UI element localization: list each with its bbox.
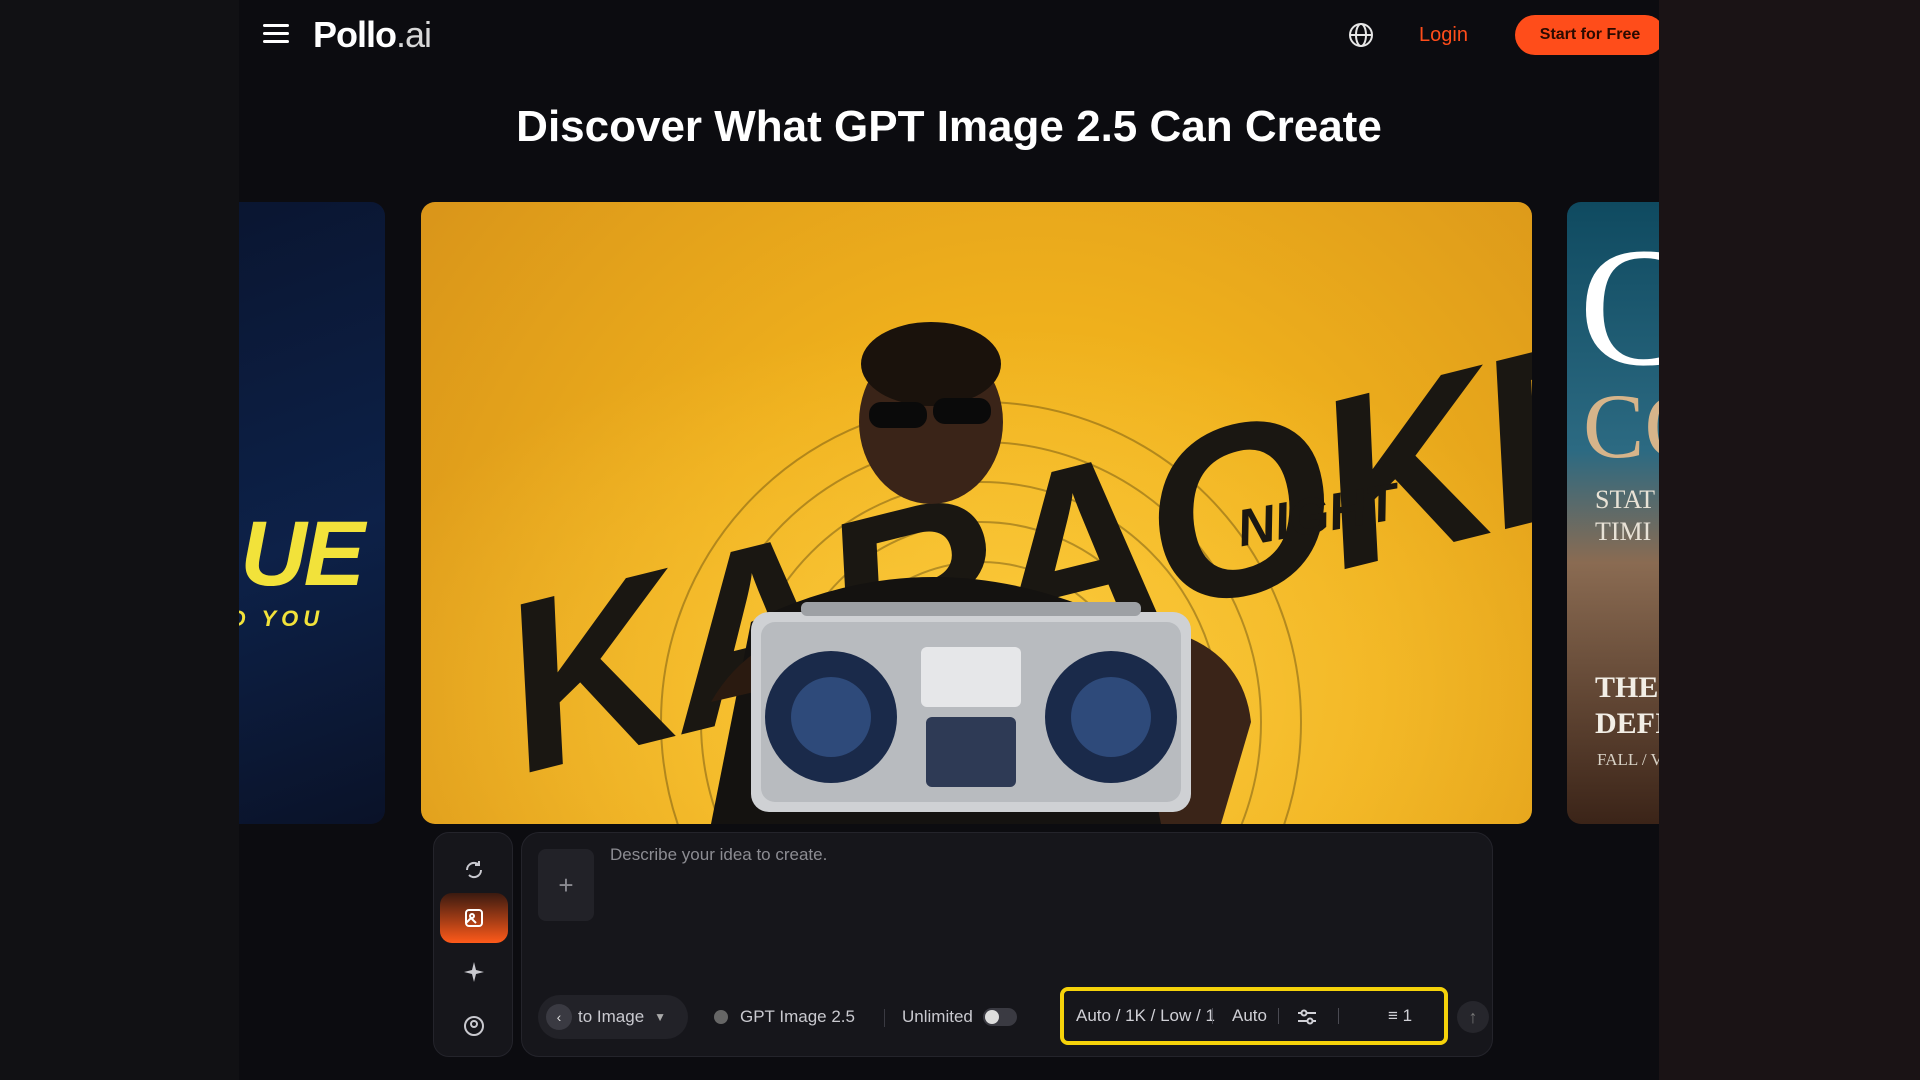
card-right-line-2a: THE I: [1595, 671, 1659, 704]
settings-divider: [1278, 1008, 1279, 1024]
image-count-label: 1: [1402, 1006, 1413, 1025]
card-right-line-2b: DEFI: [1595, 707, 1659, 740]
card-left-subtitle: ND YOU: [239, 606, 325, 631]
stack-icon: ≡: [1388, 1006, 1398, 1025]
card-right-line-1: STAT TIMI: [1595, 484, 1655, 548]
boombox: [751, 602, 1191, 812]
settings-divider: [1338, 1008, 1339, 1024]
chevron-down-icon: ▼: [654, 1010, 667, 1024]
karaoke-poster-art: KARAOKE NIGHT: [421, 202, 1532, 824]
mode-select[interactable]: ‹ to Image ▼: [538, 995, 688, 1039]
card-right-big-text: CO: [1583, 375, 1659, 477]
chevron-left-icon[interactable]: ‹: [546, 1004, 572, 1030]
carousel-card-main[interactable]: KARAOKE NIGHT: [421, 202, 1532, 824]
rail-avatar-icon[interactable]: [440, 1001, 508, 1051]
add-reference-button[interactable]: +: [538, 849, 594, 921]
logo-suffix: .ai: [396, 14, 432, 55]
page-title: Discover What GPT Image 2.5 Can Create: [516, 102, 1382, 151]
rail-sparkle-icon[interactable]: [440, 947, 508, 997]
start-for-free-button[interactable]: Start for Free: [1515, 15, 1659, 55]
rail-refresh-icon[interactable]: [440, 845, 508, 895]
unlimited-toggle[interactable]: Unlimited: [902, 995, 1017, 1039]
aspect-ratio-select[interactable]: Auto: [1232, 991, 1267, 1041]
letterbox-left: [0, 0, 239, 1080]
send-arrow-icon[interactable]: ↑: [1457, 1001, 1489, 1033]
toolbar-divider: [884, 1009, 885, 1027]
model-icon: [714, 1010, 728, 1024]
carousel-card-right[interactable]: C CO STAT TIMI THE IDEFI FALL / V: [1567, 202, 1659, 824]
image-count-select[interactable]: ≡ 1: [1388, 991, 1412, 1041]
app-viewport: Pollo.ai Login Start for Free Discover W…: [239, 0, 1659, 1080]
letterbox-right: [1659, 0, 1920, 1080]
model-label: GPT Image 2.5: [740, 1007, 855, 1026]
mode-label: to Image: [578, 1007, 645, 1026]
prompt-input[interactable]: [610, 845, 1470, 955]
card-right-line-1b: TIMI: [1595, 517, 1652, 546]
adjust-sliders-icon[interactable]: [1296, 991, 1318, 1041]
hamburger-menu-icon[interactable]: [263, 24, 289, 46]
carousel-card-left[interactable]: LUE ND YOU: [239, 202, 385, 824]
login-link[interactable]: Login: [1419, 24, 1468, 47]
logo-main: Pollo: [313, 14, 397, 55]
card-right-line-3: FALL / V: [1597, 750, 1659, 769]
unlimited-switch[interactable]: [982, 1008, 1017, 1026]
quality-settings-select[interactable]: Auto / 1K / Low / 1: [1076, 991, 1215, 1041]
model-select[interactable]: GPT Image 2.5: [714, 995, 855, 1039]
card-right-big-letter: C: [1579, 213, 1659, 401]
generation-settings-group: Auto / 1K / Low / 1 Auto ≡ 1: [1060, 987, 1448, 1045]
logo[interactable]: Pollo.ai: [313, 14, 432, 56]
card-left-title: LUE: [239, 503, 365, 605]
card-right-line-1a: STAT: [1595, 485, 1656, 514]
card-right-line-2: THE IDEFI: [1595, 670, 1659, 742]
composer-toolbar: ‹ to Image ▼ GPT Image 2.5 Unlimited Aut…: [522, 987, 1494, 1045]
unlimited-label: Unlimited: [902, 1007, 973, 1026]
tool-rail: [433, 832, 513, 1057]
rail-image-icon[interactable]: [440, 893, 508, 943]
prompt-composer: + ‹ to Image ▼ GPT Image 2.5 Unlimited A…: [521, 832, 1493, 1057]
globe-icon[interactable]: [1348, 22, 1374, 48]
settings-divider: [1212, 1008, 1213, 1024]
top-header: Pollo.ai Login Start for Free: [239, 0, 1659, 70]
